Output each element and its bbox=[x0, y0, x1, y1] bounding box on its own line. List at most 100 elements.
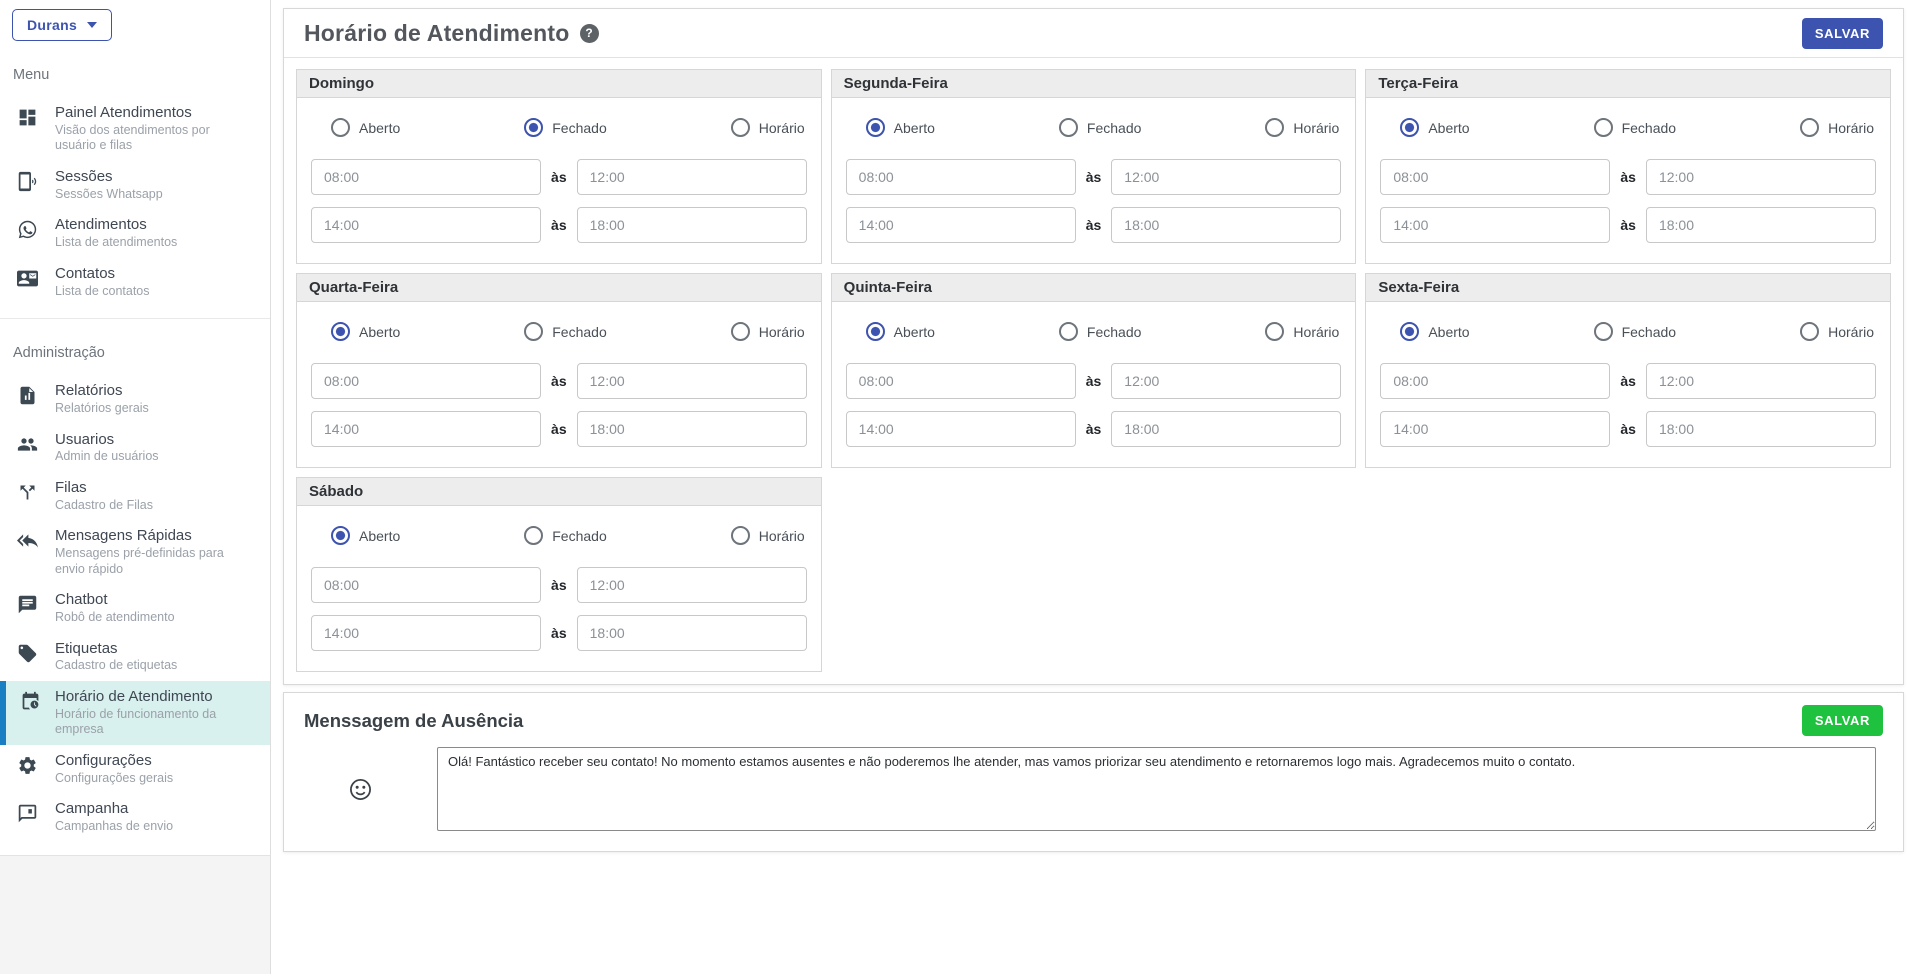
radio-input-horario[interactable] bbox=[731, 118, 750, 137]
time-end-input-1[interactable] bbox=[577, 159, 807, 195]
time-start-input-2[interactable] bbox=[311, 207, 541, 243]
radio-option-aberto[interactable]: Aberto bbox=[1400, 322, 1469, 341]
radio-option-horario[interactable]: Horário bbox=[731, 322, 805, 341]
time-end-input-1[interactable] bbox=[1646, 363, 1876, 399]
radio-input-horario[interactable] bbox=[1800, 118, 1819, 137]
radio-input-aberto[interactable] bbox=[331, 118, 350, 137]
radio-option-horario[interactable]: Horário bbox=[731, 118, 805, 137]
radio-option-fechado[interactable]: Fechado bbox=[1059, 118, 1141, 137]
radio-input-aberto[interactable] bbox=[866, 118, 885, 137]
sidebar-item-texts: ChatbotRobô de atendimento bbox=[55, 591, 189, 625]
radio-option-fechado[interactable]: Fechado bbox=[524, 526, 606, 545]
radio-input-fechado[interactable] bbox=[524, 118, 543, 137]
radio-input-fechado[interactable] bbox=[1059, 322, 1078, 341]
radio-option-fechado[interactable]: Fechado bbox=[524, 118, 606, 137]
day-card-segunda-feira: Segunda-FeiraAbertoFechadoHorárioàsàs bbox=[831, 69, 1357, 264]
radio-option-horario[interactable]: Horário bbox=[1800, 322, 1874, 341]
time-end-input-2[interactable] bbox=[577, 411, 807, 447]
time-end-input-1[interactable] bbox=[577, 567, 807, 603]
radio-option-fechado[interactable]: Fechado bbox=[1594, 118, 1676, 137]
sidebar-item-usuarios[interactable]: UsuariosAdmin de usuários bbox=[0, 424, 270, 472]
time-end-input-2[interactable] bbox=[1646, 411, 1876, 447]
sidebar-item-sessoes[interactable]: SessõesSessões Whatsapp bbox=[0, 161, 270, 209]
tag-icon bbox=[0, 640, 55, 674]
sidebar-item-horario-de-atendimento[interactable]: Horário de AtendimentoHorário de funcion… bbox=[0, 681, 270, 745]
time-start-input-1[interactable] bbox=[1380, 363, 1610, 399]
radio-input-fechado[interactable] bbox=[524, 322, 543, 341]
sidebar-item-contatos[interactable]: ContatosLista de contatos bbox=[0, 258, 270, 306]
sidebar-item-mensagens-rapidas[interactable]: Mensagens RápidasMensagens pré-definidas… bbox=[0, 520, 270, 584]
radio-input-fechado[interactable] bbox=[524, 526, 543, 545]
time-end-input-1[interactable] bbox=[577, 363, 807, 399]
radio-input-aberto[interactable] bbox=[1400, 322, 1419, 341]
absence-message-textarea[interactable]: Olá! Fantástico receber seu contato! No … bbox=[437, 747, 1876, 831]
radio-option-aberto[interactable]: Aberto bbox=[331, 322, 400, 341]
day-card-title: Sexta-Feira bbox=[1366, 274, 1890, 302]
radio-option-horario[interactable]: Horário bbox=[1800, 118, 1874, 137]
time-start-input-2[interactable] bbox=[311, 615, 541, 651]
radio-input-fechado[interactable] bbox=[1594, 322, 1613, 341]
time-end-input-2[interactable] bbox=[577, 207, 807, 243]
radio-input-aberto[interactable] bbox=[331, 322, 350, 341]
sidebar-item-chatbot[interactable]: ChatbotRobô de atendimento bbox=[0, 584, 270, 632]
time-start-input-1[interactable] bbox=[846, 363, 1076, 399]
time-end-input-2[interactable] bbox=[577, 615, 807, 651]
sidebar-item-campanha[interactable]: CampanhaCampanhas de envio bbox=[0, 793, 270, 841]
time-start-input-1[interactable] bbox=[846, 159, 1076, 195]
workspace-dropdown-button[interactable]: Durans bbox=[12, 9, 112, 41]
radio-input-fechado[interactable] bbox=[1594, 118, 1613, 137]
radio-input-fechado[interactable] bbox=[1059, 118, 1078, 137]
time-end-input-2[interactable] bbox=[1646, 207, 1876, 243]
day-card-quinta-feira: Quinta-FeiraAbertoFechadoHorárioàsàs bbox=[831, 273, 1357, 468]
radio-option-horario[interactable]: Horário bbox=[731, 526, 805, 545]
time-start-input-2[interactable] bbox=[846, 207, 1076, 243]
save-absence-button[interactable]: SALVAR bbox=[1802, 705, 1883, 736]
radio-input-horario[interactable] bbox=[1800, 322, 1819, 341]
day-card-sabado: SábadoAbertoFechadoHorárioàsàs bbox=[296, 477, 822, 672]
time-end-input-1[interactable] bbox=[1646, 159, 1876, 195]
radio-option-fechado[interactable]: Fechado bbox=[524, 322, 606, 341]
sidebar-item-atendimentos[interactable]: AtendimentosLista de atendimentos bbox=[0, 209, 270, 257]
time-end-input-2[interactable] bbox=[1111, 207, 1341, 243]
radio-input-horario[interactable] bbox=[731, 322, 750, 341]
sidebar-item-texts: UsuariosAdmin de usuários bbox=[55, 431, 173, 465]
radio-option-aberto[interactable]: Aberto bbox=[866, 118, 935, 137]
time-start-input-2[interactable] bbox=[1380, 207, 1610, 243]
time-row-2: às bbox=[1380, 411, 1876, 447]
time-start-input-2[interactable] bbox=[846, 411, 1076, 447]
time-start-input-2[interactable] bbox=[1380, 411, 1610, 447]
radio-option-horario[interactable]: Horário bbox=[1265, 118, 1339, 137]
radio-option-fechado[interactable]: Fechado bbox=[1594, 322, 1676, 341]
radio-input-aberto[interactable] bbox=[866, 322, 885, 341]
day-card-body: AbertoFechadoHorárioàsàs bbox=[1366, 98, 1890, 263]
sidebar-item-filas[interactable]: FilasCadastro de Filas bbox=[0, 472, 270, 520]
radio-option-fechado[interactable]: Fechado bbox=[1059, 322, 1141, 341]
help-icon[interactable]: ? bbox=[580, 24, 599, 43]
sidebar-item-configuracoes[interactable]: ConfiguraçõesConfigurações gerais bbox=[0, 745, 270, 793]
radio-input-horario[interactable] bbox=[731, 526, 750, 545]
sidebar-item-title: Sessões bbox=[55, 168, 177, 187]
radio-option-aberto[interactable]: Aberto bbox=[331, 118, 400, 137]
sidebar-item-etiquetas[interactable]: EtiquetasCadastro de etiquetas bbox=[0, 633, 270, 681]
radio-option-aberto[interactable]: Aberto bbox=[331, 526, 400, 545]
radio-option-aberto[interactable]: Aberto bbox=[1400, 118, 1469, 137]
sidebar-item-relatorios[interactable]: RelatóriosRelatórios gerais bbox=[0, 375, 270, 423]
emoji-picker-icon[interactable] bbox=[284, 777, 437, 802]
radio-input-aberto[interactable] bbox=[1400, 118, 1419, 137]
radio-input-aberto[interactable] bbox=[331, 526, 350, 545]
time-start-input-1[interactable] bbox=[1380, 159, 1610, 195]
save-schedule-button[interactable]: SALVAR bbox=[1802, 18, 1883, 49]
time-start-input-2[interactable] bbox=[311, 411, 541, 447]
radio-option-horario[interactable]: Horário bbox=[1265, 322, 1339, 341]
sidebar-item-painel-atendimentos[interactable]: Painel AtendimentosVisão dos atendimento… bbox=[0, 97, 270, 161]
time-end-input-1[interactable] bbox=[1111, 159, 1341, 195]
time-start-input-1[interactable] bbox=[311, 567, 541, 603]
time-start-input-1[interactable] bbox=[311, 159, 541, 195]
radio-input-horario[interactable] bbox=[1265, 322, 1284, 341]
time-start-input-1[interactable] bbox=[311, 363, 541, 399]
day-card-quarta-feira: Quarta-FeiraAbertoFechadoHorárioàsàs bbox=[296, 273, 822, 468]
radio-input-horario[interactable] bbox=[1265, 118, 1284, 137]
radio-option-aberto[interactable]: Aberto bbox=[866, 322, 935, 341]
time-end-input-2[interactable] bbox=[1111, 411, 1341, 447]
time-end-input-1[interactable] bbox=[1111, 363, 1341, 399]
